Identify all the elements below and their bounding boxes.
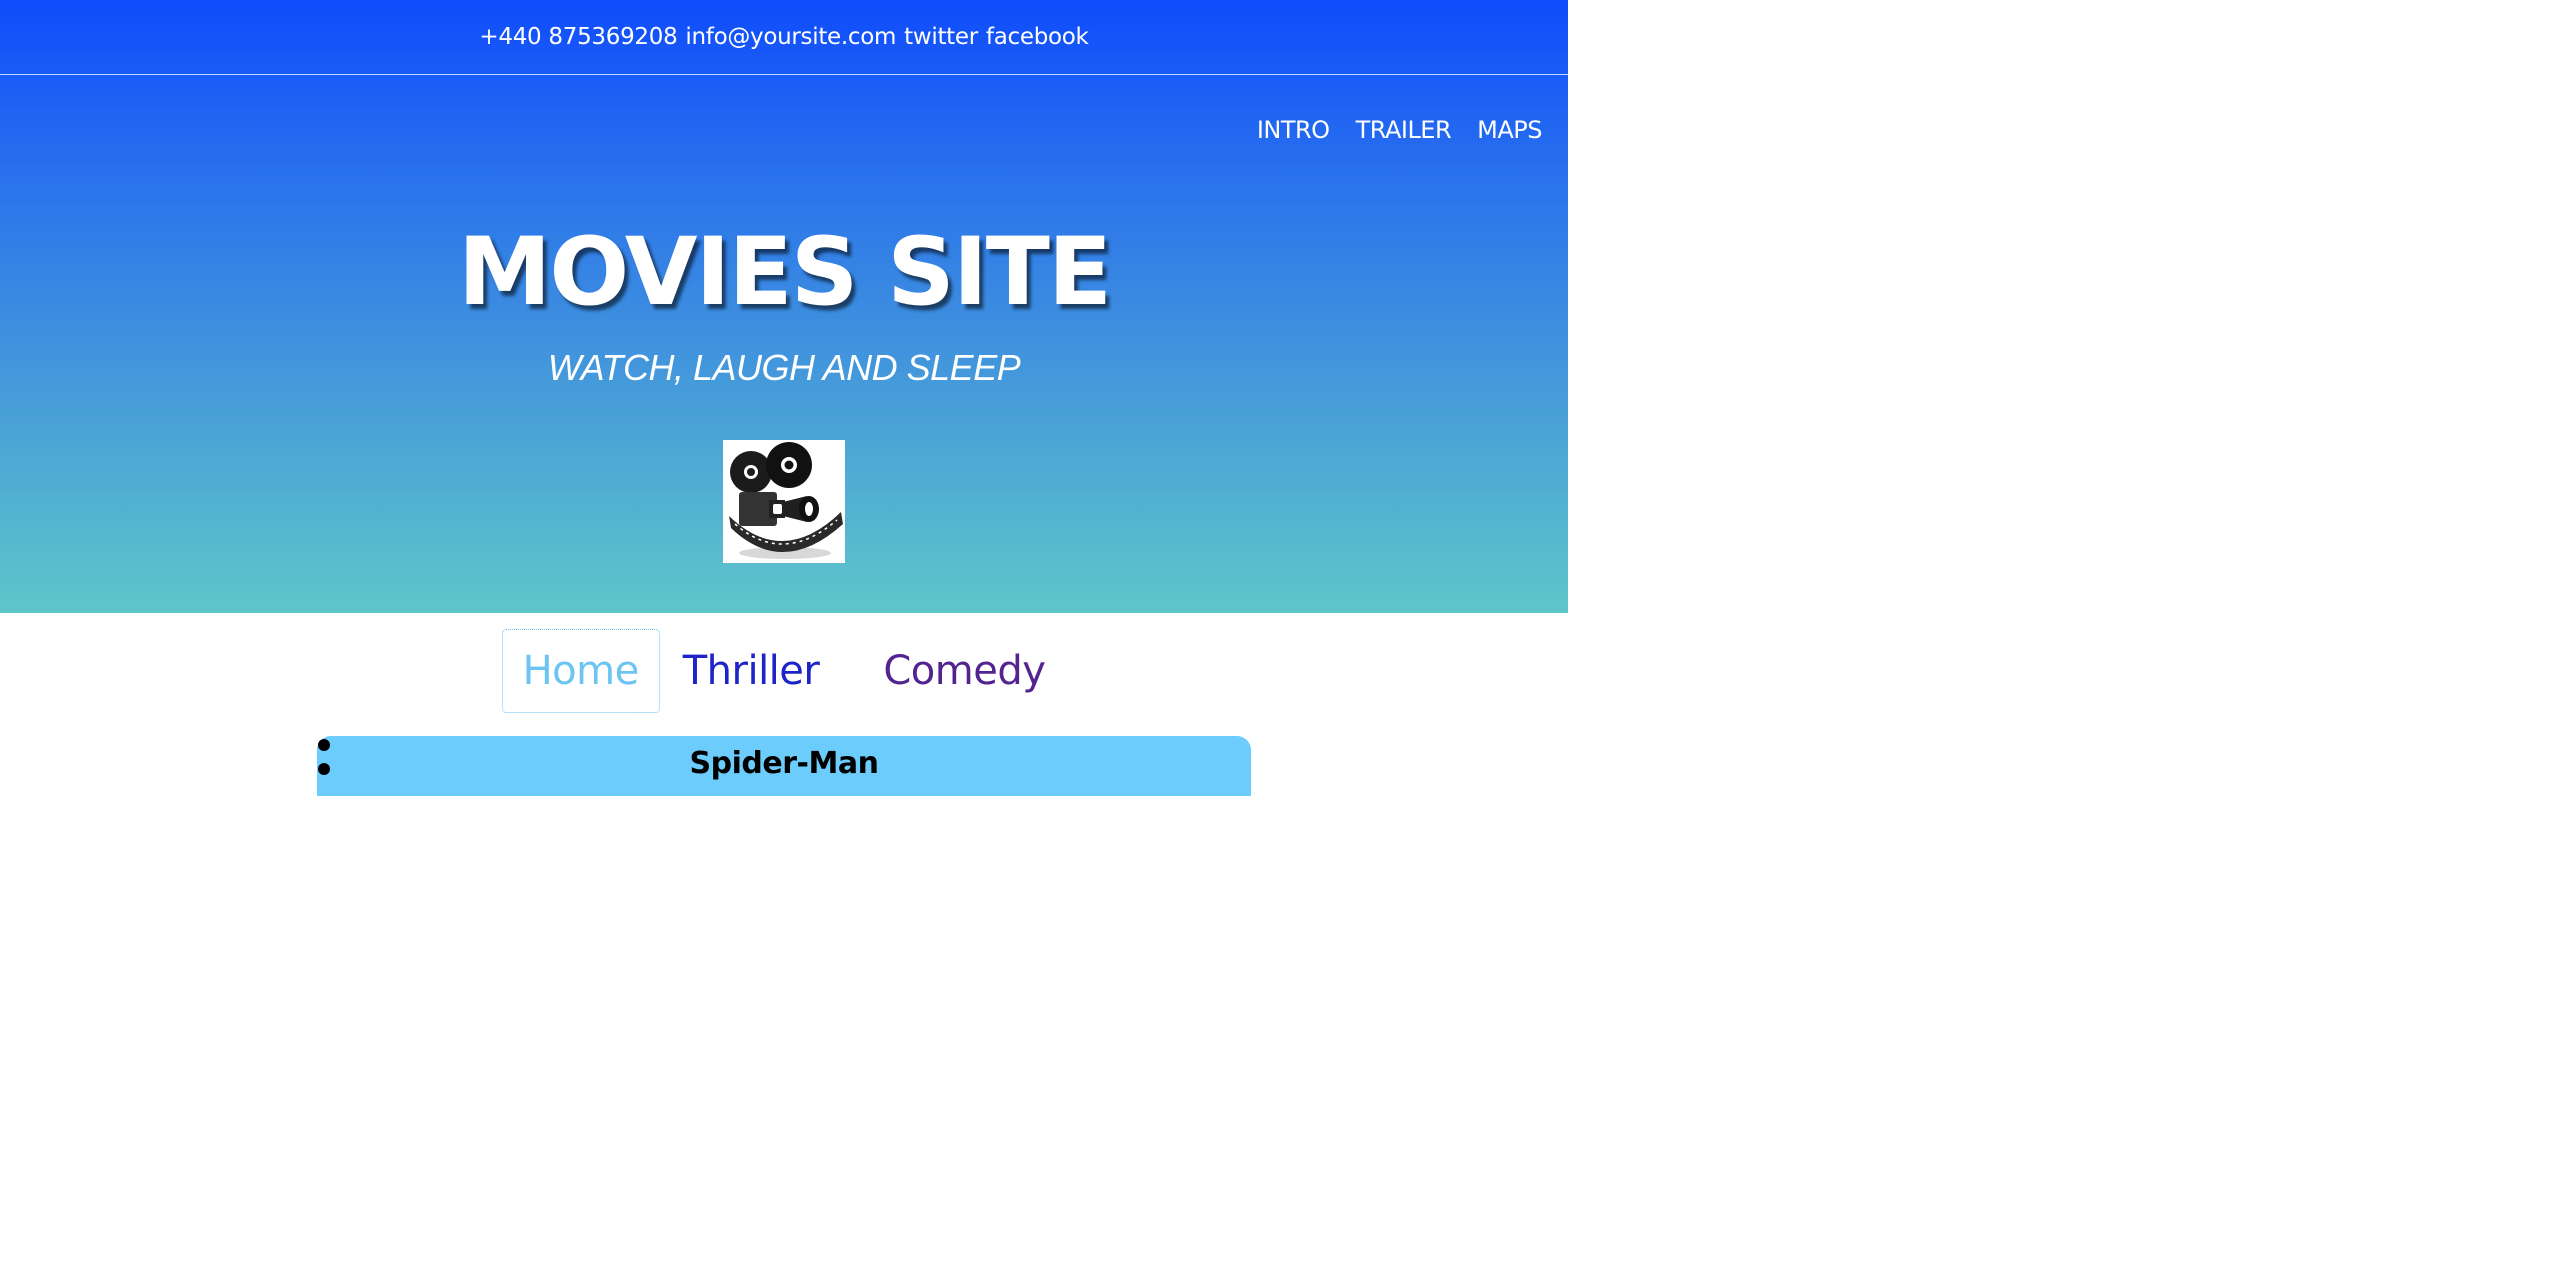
nav-item-intro[interactable]: INTRO	[1257, 116, 1330, 144]
tab-home[interactable]: Home	[501, 629, 660, 713]
tab-thriller[interactable]: Thriller	[662, 629, 841, 713]
movie-title: Spider-Man	[689, 746, 879, 781]
nav-item-maps[interactable]: MAPS	[1477, 116, 1542, 144]
nav-item-trailer[interactable]: TRAILER	[1356, 116, 1452, 144]
genre-tabs: Home Thriller Comedy	[0, 629, 1568, 713]
film-camera-icon	[723, 440, 845, 563]
contact-bar: +440 875369208 info@yoursite.com twitter…	[0, 0, 1568, 75]
site-tagline: WATCH, LAUGH AND SLEEP	[547, 347, 1021, 388]
site-title: MOVIES SITE	[457, 218, 1112, 327]
twitter-link[interactable]: twitter	[904, 24, 978, 50]
movie-card[interactable]: Spider-Man	[317, 736, 1251, 796]
main-nav: INTRO TRAILER MAPS	[1257, 116, 1543, 144]
tab-comedy[interactable]: Comedy	[862, 629, 1066, 713]
facebook-link[interactable]: facebook	[986, 24, 1089, 50]
hero-section: +440 875369208 info@yoursite.com twitter…	[0, 0, 1568, 613]
phone-link[interactable]: +440 875369208	[479, 24, 677, 50]
email-link[interactable]: info@yoursite.com	[685, 24, 896, 50]
